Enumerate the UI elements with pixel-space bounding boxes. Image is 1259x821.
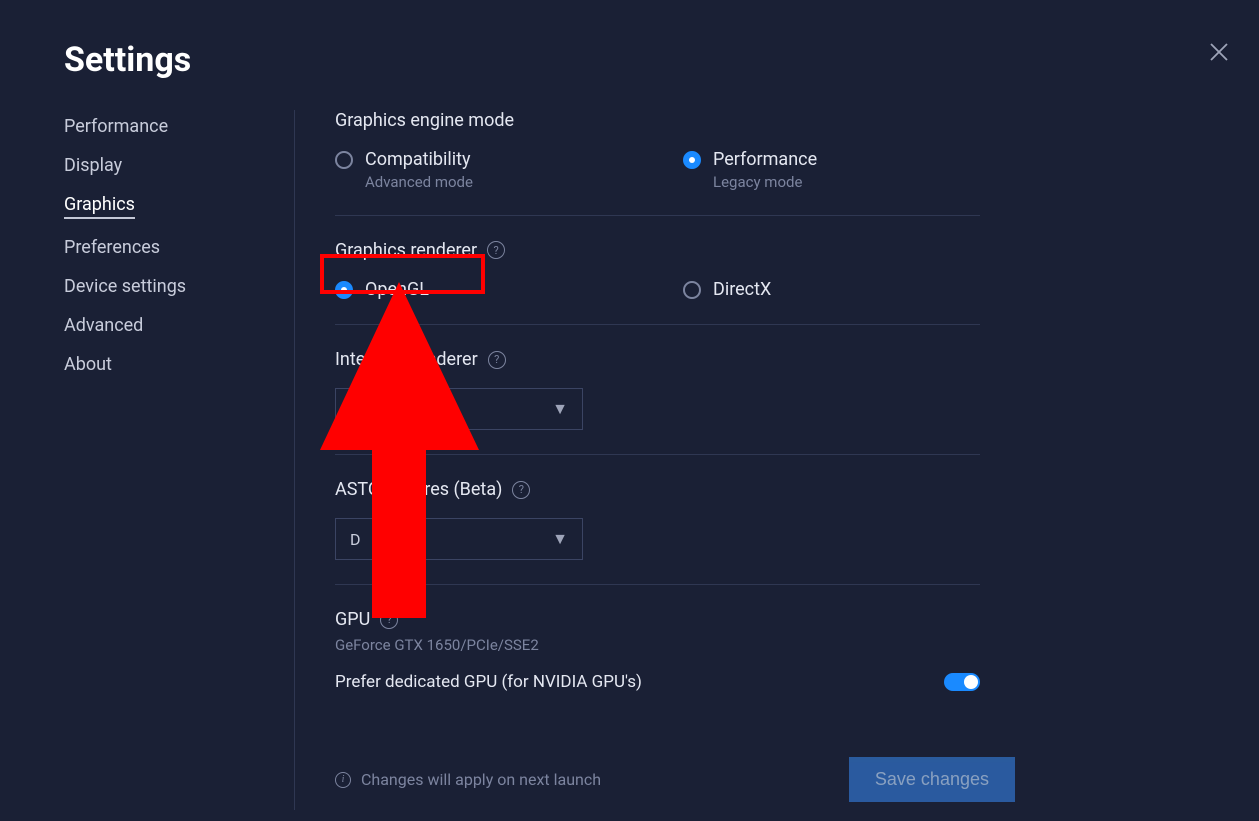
section-gpu: GPU ? GeForce GTX 1650/PCIe/SSE2 Prefer … bbox=[335, 609, 980, 692]
footer: i Changes will apply on next launch Save… bbox=[335, 757, 1015, 802]
sidebar-item-about[interactable]: About bbox=[64, 354, 112, 375]
radio-label: Compatibility bbox=[365, 149, 473, 171]
radio-compatibility[interactable]: Compatibility Advanced mode bbox=[335, 149, 683, 191]
radio-label: DirectX bbox=[713, 279, 771, 301]
radio-sublabel: Advanced mode bbox=[365, 173, 473, 191]
save-button[interactable]: Save changes bbox=[849, 757, 1015, 802]
radio-icon bbox=[335, 151, 353, 169]
sidebar-item-display[interactable]: Display bbox=[64, 155, 122, 176]
section-title-astc: ASTC textures (Beta) ? bbox=[335, 479, 980, 500]
dropdown-value: A bbox=[350, 400, 360, 419]
dropdown-astc[interactable]: D ▼ bbox=[335, 518, 583, 560]
radio-group-engine: Compatibility Advanced mode Performance … bbox=[335, 149, 980, 191]
close-icon bbox=[1207, 40, 1231, 64]
help-icon[interactable]: ? bbox=[512, 481, 530, 499]
section-astc: ASTC textures (Beta) ? D ▼ bbox=[335, 479, 980, 560]
dropdown-value: D bbox=[350, 530, 361, 549]
section-interface-renderer: Interface renderer ? A ▼ bbox=[335, 349, 980, 430]
toggle-prefer-gpu[interactable] bbox=[944, 673, 980, 691]
sidebar-item-preferences[interactable]: Preferences bbox=[64, 237, 160, 258]
radio-icon bbox=[335, 281, 353, 299]
divider bbox=[335, 324, 980, 325]
vertical-divider bbox=[294, 110, 295, 810]
divider bbox=[335, 584, 980, 585]
section-renderer: Graphics renderer ? OpenGL DirectX bbox=[335, 240, 980, 301]
radio-icon bbox=[683, 281, 701, 299]
gpu-device-name: GeForce GTX 1650/PCIe/SSE2 bbox=[335, 636, 980, 654]
sidebar-item-device-settings[interactable]: Device settings bbox=[64, 276, 186, 297]
content-panel: Graphics engine mode Compatibility Advan… bbox=[335, 110, 980, 692]
sidebar-item-graphics[interactable]: Graphics bbox=[64, 194, 135, 219]
radio-label: Performance bbox=[713, 149, 817, 171]
section-title-interface: Interface renderer ? bbox=[335, 349, 980, 370]
chevron-down-icon: ▼ bbox=[552, 399, 568, 419]
radio-opengl[interactable]: OpenGL bbox=[335, 279, 683, 301]
footer-info: i Changes will apply on next launch bbox=[335, 770, 601, 789]
toggle-label-prefer-gpu: Prefer dedicated GPU (for NVIDIA GPU's) bbox=[335, 672, 642, 692]
close-button[interactable] bbox=[1207, 40, 1231, 64]
help-icon[interactable]: ? bbox=[488, 351, 506, 369]
radio-directx[interactable]: DirectX bbox=[683, 279, 771, 301]
sidebar: Performance Display Graphics Preferences… bbox=[64, 116, 294, 375]
dropdown-interface-renderer[interactable]: A ▼ bbox=[335, 388, 583, 430]
radio-sublabel: Legacy mode bbox=[713, 173, 817, 191]
help-icon[interactable]: ? bbox=[487, 241, 505, 259]
radio-group-renderer: OpenGL DirectX bbox=[335, 279, 980, 301]
section-title-gpu: GPU ? bbox=[335, 609, 980, 630]
radio-icon bbox=[683, 151, 701, 169]
divider bbox=[335, 454, 980, 455]
radio-label: OpenGL bbox=[365, 279, 429, 301]
sidebar-item-advanced[interactable]: Advanced bbox=[64, 315, 143, 336]
page-title: Settings bbox=[64, 40, 191, 80]
sidebar-item-performance[interactable]: Performance bbox=[64, 116, 168, 137]
chevron-down-icon: ▼ bbox=[552, 529, 568, 549]
section-title-renderer: Graphics renderer ? bbox=[335, 240, 980, 261]
divider bbox=[335, 215, 980, 216]
help-icon[interactable]: ? bbox=[380, 611, 398, 629]
section-title-engine: Graphics engine mode bbox=[335, 110, 980, 131]
section-engine-mode: Graphics engine mode Compatibility Advan… bbox=[335, 110, 980, 191]
radio-performance[interactable]: Performance Legacy mode bbox=[683, 149, 817, 191]
info-icon: i bbox=[335, 772, 351, 788]
